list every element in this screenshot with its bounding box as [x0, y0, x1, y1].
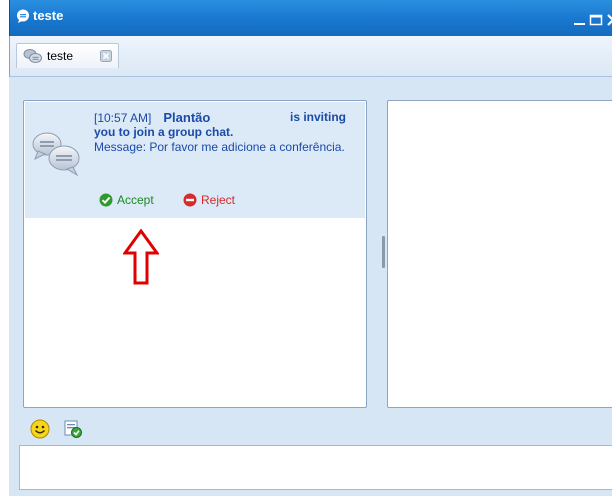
- reject-label: Reject: [201, 193, 236, 207]
- tab-close-icon[interactable]: [100, 50, 112, 62]
- minimize-icon[interactable]: [573, 14, 587, 26]
- smiley-icon[interactable]: [30, 419, 50, 439]
- tab-teste[interactable]: teste: [16, 43, 119, 68]
- check-icon: [99, 193, 113, 207]
- pane-splitter[interactable]: [382, 236, 385, 268]
- chat-transcript-pane[interactable]: [10:57 AM] Plantão is inviting you to joi…: [23, 100, 367, 408]
- participants-pane[interactable]: [387, 100, 612, 408]
- reject-button[interactable]: Reject: [183, 193, 235, 207]
- message-body: Message: Por favor me adicione a conferê…: [94, 140, 345, 154]
- invite-text-1: is inviting: [290, 110, 347, 124]
- window-title: teste: [33, 8, 64, 23]
- message-text: [10:57 AM] Plantão is inviting you to joi…: [94, 110, 356, 155]
- chat-bubbles-icon: [32, 132, 80, 176]
- invite-text-2: you to join a group chat.: [94, 125, 234, 139]
- tab-label: teste: [47, 49, 74, 63]
- group-chat-icon: [23, 49, 42, 63]
- invitation-message: [10:57 AM] Plantão is inviting you to joi…: [25, 102, 365, 218]
- maximize-icon[interactable]: [589, 14, 603, 26]
- accept-button[interactable]: Accept: [99, 193, 154, 207]
- chat-bubble-icon: [17, 9, 29, 23]
- format-icon[interactable]: [64, 420, 82, 438]
- message-input[interactable]: [19, 445, 612, 490]
- message-time: [10:57 AM]: [94, 111, 152, 125]
- message-sender: Plantão: [163, 110, 211, 125]
- accept-label: Accept: [117, 193, 154, 207]
- compose-toolbar: [9, 411, 612, 445]
- red-arrow-icon: [123, 229, 159, 285]
- chat-window: teste teste [10:57 AM] Plantão is inviti…: [9, 0, 612, 496]
- no-entry-icon: [183, 193, 197, 207]
- close-window-icon[interactable]: [606, 14, 612, 26]
- tab-strip: teste: [9, 36, 612, 77]
- title-bar[interactable]: teste: [9, 0, 612, 36]
